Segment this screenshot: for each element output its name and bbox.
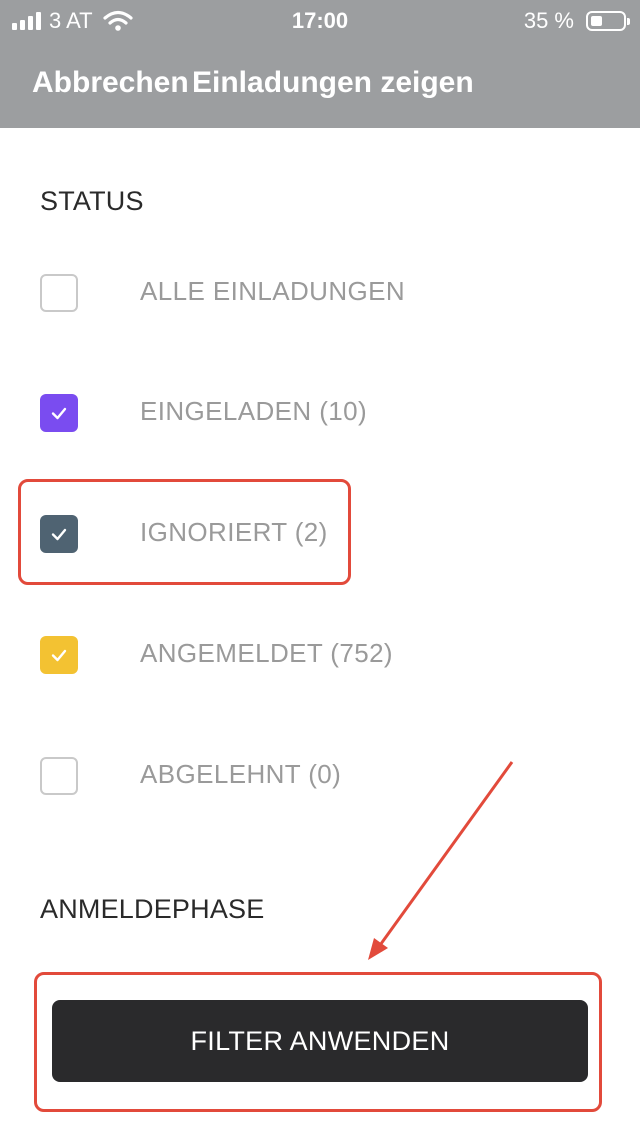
status-option-abgelehnt[interactable]: ABGELEHNT (0) xyxy=(40,757,440,807)
phase-section-label: ANMELDEPHASE xyxy=(40,894,265,924)
header-bar: 3 AT 17:00 35 % Abbrechen Einladungen ze… xyxy=(0,0,640,128)
annotation-highlight-ignoriert xyxy=(18,479,351,585)
checkbox-checked[interactable] xyxy=(40,636,78,674)
page-title: Einladungen zeigen xyxy=(192,66,474,99)
cancel-button[interactable]: Abbrechen xyxy=(32,66,189,100)
battery-level xyxy=(591,16,602,26)
battery-percent: 35 % xyxy=(523,8,574,33)
status-option-label: ALLE EINLADUNGEN xyxy=(140,276,406,306)
status-option-angemeldet[interactable]: ANGEMELDET (752) xyxy=(40,636,440,686)
navigation-bar: Abbrechen Einladungen zeigen xyxy=(0,60,640,110)
status-option-label: EINGELADEN (10) xyxy=(140,396,368,426)
status-option-label: ANGEMELDET (752) xyxy=(140,638,393,668)
battery-icon xyxy=(586,11,630,31)
status-option-label: ABGELEHNT (0) xyxy=(140,759,342,789)
checkbox-unchecked[interactable] xyxy=(40,757,78,795)
checkmark-icon xyxy=(51,649,67,662)
annotation-highlight-apply-button xyxy=(34,972,602,1112)
checkbox-checked[interactable] xyxy=(40,394,78,432)
checkmark-icon xyxy=(51,407,67,420)
status-section-label: STATUS xyxy=(40,186,144,216)
status-bar: 3 AT 17:00 35 % xyxy=(0,0,640,42)
checkbox-unchecked[interactable] xyxy=(40,274,78,312)
status-option-alle-einladungen[interactable]: ALLE EINLADUNGEN xyxy=(40,274,440,324)
status-option-eingeladen[interactable]: EINGELADEN (10) xyxy=(40,394,440,444)
